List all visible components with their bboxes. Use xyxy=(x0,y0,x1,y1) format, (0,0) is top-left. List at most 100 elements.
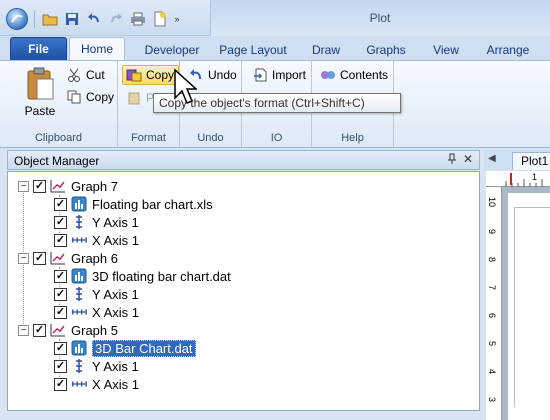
ruler-left-label: 4 xyxy=(487,369,497,375)
pin-icon[interactable] xyxy=(447,153,457,168)
tree-node-graph[interactable]: − ✓ Graph 5 xyxy=(18,321,118,339)
ruler-left-label: 9 xyxy=(487,229,497,235)
format-copy-label: Copy xyxy=(146,68,175,82)
tab-draw[interactable]: Draw xyxy=(304,40,348,60)
tab-page-layout[interactable]: Page Layout xyxy=(215,40,291,60)
scissors-icon xyxy=(66,67,82,83)
tree-node-y-axis[interactable]: ✓ Y Axis 1 xyxy=(54,213,139,231)
collapse-icon[interactable]: − xyxy=(18,252,29,264)
tree-node-graph[interactable]: − ✓ Graph 6 xyxy=(18,249,118,267)
help-contents-icon xyxy=(320,67,336,83)
ruler-left-label: 3 xyxy=(487,397,497,403)
tree-node-x-axis[interactable]: ✓ X Axis 1 xyxy=(54,231,139,249)
visibility-checkbox[interactable]: ✓ xyxy=(54,305,67,319)
window-title: Plot xyxy=(369,11,391,25)
visibility-checkbox[interactable]: ✓ xyxy=(54,359,67,373)
copy-icon xyxy=(66,89,82,105)
graph-icon xyxy=(50,322,66,338)
qat-separator xyxy=(34,10,35,28)
tree-node-dataset[interactable]: ✓ 3D floating bar chart.dat xyxy=(54,267,231,285)
tab-plot1[interactable]: Plot1 xyxy=(512,152,550,170)
visibility-checkbox[interactable]: ✓ xyxy=(54,341,67,355)
copy-label: Copy xyxy=(86,90,115,104)
new-document-icon[interactable] xyxy=(151,10,169,28)
x-axis-icon xyxy=(71,376,87,392)
tree-node-y-axis[interactable]: ✓ Y Axis 1 xyxy=(54,285,139,303)
tree-node-x-axis[interactable]: ✓ X Axis 1 xyxy=(54,303,139,321)
object-manager-tree: − ✓ Graph 7 ✓ Floating bar chart.xls ✓ Y… xyxy=(7,171,480,411)
close-icon[interactable]: ✕ xyxy=(463,152,473,166)
help-group-label: Help xyxy=(341,132,364,144)
format-group-label: Format xyxy=(131,132,166,144)
redo-icon[interactable] xyxy=(107,10,125,28)
tree-node-label: Y Axis 1 xyxy=(92,358,139,374)
cut-button[interactable]: Cut xyxy=(66,65,105,85)
tree-node-dataset[interactable]: ✓ 3D Bar Chart.dat xyxy=(54,339,196,357)
tree-node-graph[interactable]: − ✓ Graph 7 xyxy=(18,177,118,195)
app-orb-icon[interactable] xyxy=(6,8,28,30)
tree-node-label: 3D floating bar chart.dat xyxy=(92,268,231,284)
plot-page[interactable] xyxy=(508,193,550,420)
visibility-checkbox[interactable]: ✓ xyxy=(33,251,46,265)
tab-scroll-left-icon[interactable]: ◀ xyxy=(488,153,496,164)
import-label: Import xyxy=(272,68,307,82)
collapse-icon[interactable]: − xyxy=(18,324,29,336)
visibility-checkbox[interactable]: ✓ xyxy=(33,179,46,193)
undo-label: Undo xyxy=(208,68,237,82)
tab-graphs[interactable]: Graphs xyxy=(360,40,412,60)
import-button[interactable]: Import xyxy=(252,65,306,85)
tab-view[interactable]: View xyxy=(424,40,468,60)
undo-icon[interactable] xyxy=(85,10,103,28)
document-tab-bar: ◀ Plot1 xyxy=(484,150,550,170)
tab-arrange[interactable]: Arrange xyxy=(480,40,536,60)
y-axis-icon xyxy=(71,358,87,374)
visibility-checkbox[interactable]: ✓ xyxy=(54,197,67,211)
tab-home[interactable]: Home xyxy=(69,37,125,61)
paste-button[interactable]: Paste xyxy=(22,67,58,118)
collapse-icon[interactable]: − xyxy=(18,180,29,192)
visibility-checkbox[interactable]: ✓ xyxy=(54,377,67,391)
tree-node-y-axis[interactable]: ✓ Y Axis 1 xyxy=(54,357,139,375)
paste-label: Paste xyxy=(24,104,56,118)
ruler-left-label: 7 xyxy=(487,285,497,291)
y-axis-icon xyxy=(71,214,87,230)
plot-canvas[interactable]: 1 10 9 8 7 6 5 4 3 xyxy=(486,171,550,420)
visibility-checkbox[interactable]: ✓ xyxy=(54,287,67,301)
more-icon[interactable]: » xyxy=(173,10,181,28)
contents-label: Contents xyxy=(340,68,389,82)
clipboard-group-label: Clipboard xyxy=(34,132,83,144)
tree-node-label: Floating bar chart.xls xyxy=(92,196,213,212)
graph-icon xyxy=(50,250,66,266)
format-copy-button[interactable]: Copy xyxy=(122,65,180,85)
contents-button[interactable]: Contents xyxy=(320,65,388,85)
horizontal-ruler: 1 xyxy=(486,171,550,187)
tree-node-label: Graph 7 xyxy=(71,178,118,194)
x-axis-icon xyxy=(71,304,87,320)
title-bar: » Plot xyxy=(0,0,550,36)
tab-developer[interactable]: Developer xyxy=(134,40,210,60)
paste-icon xyxy=(27,67,54,100)
x-axis-icon xyxy=(71,232,87,248)
io-group-label: IO xyxy=(270,132,283,144)
save-icon[interactable] xyxy=(63,10,81,28)
visibility-checkbox[interactable]: ✓ xyxy=(54,233,67,247)
tree-node-x-axis[interactable]: ✓ X Axis 1 xyxy=(54,375,139,393)
visibility-checkbox[interactable]: ✓ xyxy=(33,323,46,337)
plot-page-border xyxy=(514,207,550,407)
ribbon-tab-row: File Home Developer Page Layout Draw Gra… xyxy=(0,36,550,61)
copy-button[interactable]: Copy xyxy=(66,87,114,107)
format-paste-icon xyxy=(126,90,142,106)
tree-node-label-selected: 3D Bar Chart.dat xyxy=(92,339,196,357)
undo-group-label: Undo xyxy=(197,132,224,144)
object-manager-header: Object Manager ✕ xyxy=(7,150,480,170)
tree-node-dataset[interactable]: ✓ Floating bar chart.xls xyxy=(54,195,213,213)
visibility-checkbox[interactable]: ✓ xyxy=(54,269,67,283)
tree-node-label: Graph 6 xyxy=(71,250,118,266)
tab-file[interactable]: File xyxy=(10,37,67,60)
vertical-ruler: 10 9 8 7 6 5 4 3 xyxy=(486,187,502,420)
ruler-left-label: 5 xyxy=(487,341,497,347)
visibility-checkbox[interactable]: ✓ xyxy=(54,215,67,229)
print-icon[interactable] xyxy=(129,10,147,28)
open-folder-icon[interactable] xyxy=(41,10,59,28)
format-copy-icon xyxy=(126,67,142,83)
